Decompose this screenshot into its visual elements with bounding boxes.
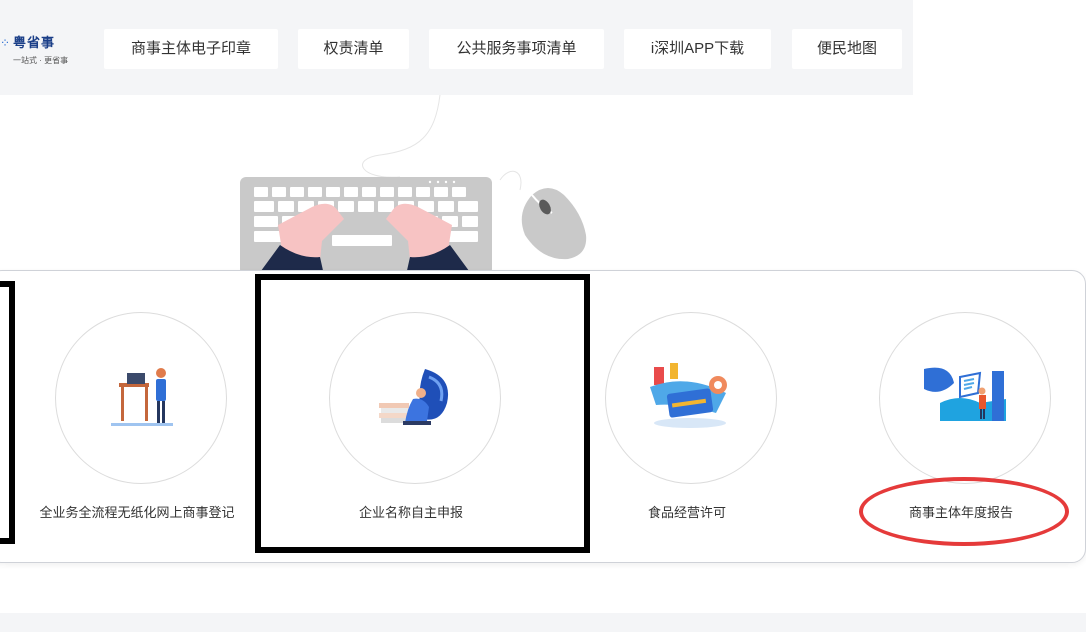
highlight-ellipse-annual-report [859, 477, 1069, 546]
service-circle [879, 312, 1051, 484]
logo[interactable]: ⁘ 粤省事 一站式 · 更省事 [0, 30, 90, 70]
person-at-desk-illustration-icon [111, 368, 173, 426]
service-label: 食品经营许可 [647, 505, 726, 520]
report-chart-illustration-icon [924, 367, 1006, 421]
service-circle [55, 312, 227, 484]
service-card-food-license[interactable]: 食品经营许可 [597, 312, 777, 522]
nav-item-public-service-list[interactable]: 公共服务事项清单 [429, 29, 604, 69]
highlight-box-left [0, 281, 15, 544]
keyboard-illustration [240, 95, 587, 275]
logo-mark-icon: ⁘ [0, 36, 11, 50]
highlight-box-enterprise-name [255, 274, 590, 553]
nav-item-electronic-seal[interactable]: 商事主体电子印章 [104, 29, 278, 69]
logo-slogan: 一站式 · 更省事 [13, 56, 69, 65]
nav-item-responsibility-list[interactable]: 权责清单 [298, 29, 409, 69]
service-label: 全业务全流程无纸化网上商事登记 [39, 505, 235, 520]
food-card-illustration-icon [650, 363, 727, 428]
nav-item-convenience-map[interactable]: 便民地图 [792, 29, 902, 69]
top-nav-bar: ⁘ 粤省事 一站式 · 更省事 商事主体电子印章 权责清单 公共服务事项清单 i… [0, 0, 913, 95]
service-circle [605, 312, 777, 484]
footer-strip [0, 613, 1086, 632]
nav-item-ishenzhen-app[interactable]: i深圳APP下载 [624, 29, 771, 69]
logo-name: 粤省事 [13, 35, 56, 50]
service-card-online-registration[interactable]: 全业务全流程无纸化网上商事登记 [39, 312, 235, 522]
